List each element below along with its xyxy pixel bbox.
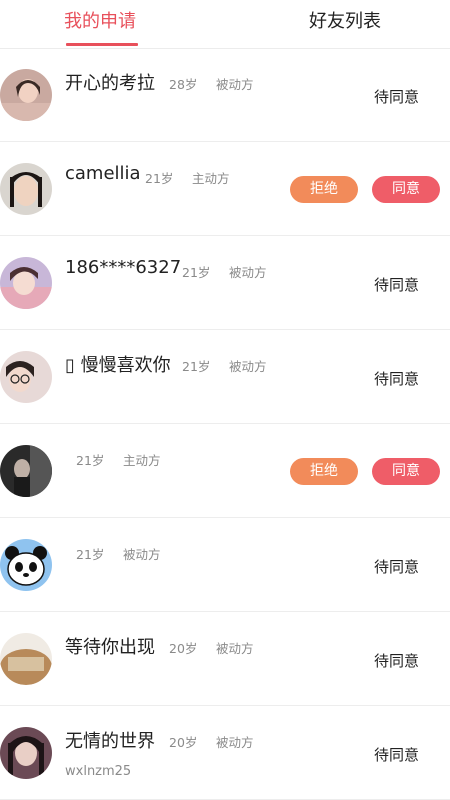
user-age: 20岁: [169, 641, 198, 656]
user-age: 21岁: [182, 359, 211, 374]
reject-button[interactable]: 拒绝: [290, 458, 358, 485]
user-role: 被动方: [216, 641, 254, 656]
avatar: [0, 351, 52, 403]
list-item[interactable]: 等待你出现 20岁 被动方 待同意: [0, 612, 450, 706]
user-age: 21岁: [182, 265, 211, 280]
pending-status: 待同意: [374, 558, 420, 576]
user-age: 28岁: [169, 77, 198, 92]
pending-status: 待同意: [374, 746, 420, 764]
application-list: 开心的考拉 28岁 被动方 待同意 camellia 21岁 主动方 拒绝 同意: [0, 48, 450, 800]
user-role: 主动方: [123, 453, 161, 468]
user-name: camellia: [65, 163, 141, 184]
avatar: [0, 445, 52, 497]
pending-status: 待同意: [374, 370, 420, 388]
user-name: 无情的世界: [65, 731, 155, 752]
user-age: 20岁: [169, 735, 198, 750]
list-item[interactable]: 21岁 被动方 待同意: [0, 518, 450, 612]
user-name: 186****6327: [65, 257, 182, 278]
user-id: wxlnzm25: [65, 764, 132, 779]
agree-button[interactable]: 同意: [372, 176, 440, 203]
avatar: [0, 257, 52, 309]
user-role: 被动方: [229, 265, 267, 280]
user-age: 21岁: [145, 171, 174, 186]
list-item[interactable]: camellia 21岁 主动方 拒绝 同意: [0, 142, 450, 236]
pending-status: 待同意: [374, 276, 420, 294]
tab-bar: 我的申请 好友列表: [0, 0, 450, 49]
list-item[interactable]: ▯ 慢慢喜欢你 21岁 被动方 待同意: [0, 330, 450, 424]
user-role: 被动方: [229, 359, 267, 374]
reject-button[interactable]: 拒绝: [290, 176, 358, 203]
avatar: [0, 69, 52, 121]
agree-button[interactable]: 同意: [372, 458, 440, 485]
user-name: 开心的考拉: [65, 73, 155, 94]
tab-friend-list[interactable]: 好友列表: [295, 0, 395, 48]
list-item[interactable]: 开心的考拉 28岁 被动方 待同意: [0, 48, 450, 142]
avatar: [0, 633, 52, 685]
pending-status: 待同意: [374, 88, 420, 106]
user-role: 被动方: [216, 77, 254, 92]
list-item[interactable]: 无情的世界 20岁 被动方 wxlnzm25 待同意: [0, 706, 450, 800]
pending-status: 待同意: [374, 652, 420, 670]
user-role: 主动方: [192, 171, 230, 186]
avatar: [0, 163, 52, 215]
user-role: 被动方: [123, 547, 161, 562]
user-age: 21岁: [76, 547, 105, 562]
user-role: 被动方: [216, 735, 254, 750]
tab-my-applications[interactable]: 我的申请: [60, 0, 140, 48]
list-item[interactable]: 186****6327 21岁 被动方 待同意: [0, 236, 450, 330]
user-age: 21岁: [76, 453, 105, 468]
user-name: 等待你出现: [65, 637, 155, 658]
avatar: [0, 539, 52, 591]
user-name: ▯ 慢慢喜欢你: [65, 355, 171, 376]
active-tab-indicator: [66, 43, 138, 46]
list-item[interactable]: 21岁 主动方 拒绝 同意: [0, 424, 450, 518]
avatar: [0, 727, 52, 779]
